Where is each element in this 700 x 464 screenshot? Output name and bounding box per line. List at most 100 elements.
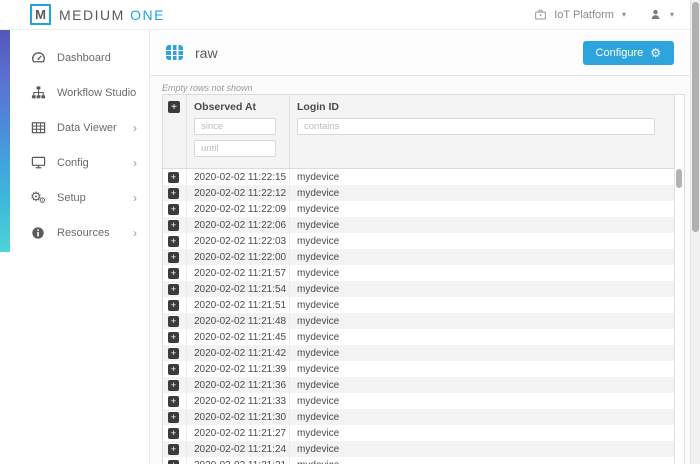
configure-button-label: Configure (595, 46, 644, 59)
row-expand-button[interactable]: + (168, 267, 179, 279)
brand-name-primary: MEDIUM (59, 6, 125, 23)
table-row: + 2020-02-02 11:21:39 mydevice (163, 361, 684, 377)
page-scrollbar-thumb[interactable] (692, 2, 699, 232)
row-expand-button[interactable]: + (168, 379, 179, 391)
row-expand-cell: + (163, 313, 186, 329)
table-row: + 2020-02-02 11:21:24 mydevice (163, 441, 684, 457)
table-icon (166, 45, 183, 60)
table-scrollbar-thumb[interactable] (676, 169, 682, 188)
sidebar-item-resources[interactable]: Resources › (0, 215, 149, 250)
table-scrollbar[interactable] (674, 95, 684, 464)
row-observed-at: 2020-02-02 11:21:30 (186, 409, 289, 425)
row-expand-button[interactable]: + (168, 315, 179, 327)
column-observed-at: Observed At (186, 95, 289, 168)
empty-rows-note: Empty rows not shown (162, 83, 253, 93)
sidebar-item-config[interactable]: Config › (0, 145, 149, 180)
row-expand-button[interactable]: + (168, 283, 179, 295)
row-expand-button[interactable]: + (168, 251, 179, 263)
briefcase-icon (532, 7, 548, 23)
row-expand-button[interactable]: + (168, 299, 179, 311)
gears-icon: ⚙ ⚙ (30, 190, 46, 205)
row-expand-button[interactable]: + (168, 171, 179, 183)
row-expand-cell: + (163, 185, 186, 201)
row-expand-button[interactable]: + (168, 363, 179, 375)
configure-button[interactable]: Configure ⚙ (582, 40, 674, 65)
table-row: + 2020-02-02 11:21:45 mydevice (163, 329, 684, 345)
row-expand-button[interactable]: + (168, 411, 179, 423)
row-expand-cell: + (163, 425, 186, 441)
row-expand-button[interactable]: + (168, 331, 179, 343)
row-observed-at: 2020-02-02 11:21:54 (186, 281, 289, 297)
topbar: M MEDIUM ONE IoT Platform ▾ ▾ (0, 0, 690, 30)
table-row: + 2020-02-02 11:21:27 mydevice (163, 425, 684, 441)
table-row: + 2020-02-02 11:21:33 mydevice (163, 393, 684, 409)
chevron-down-icon[interactable]: ▾ (622, 10, 626, 19)
row-login-id: mydevice (289, 377, 674, 393)
row-expand-cell: + (163, 217, 186, 233)
topbar-right: IoT Platform ▾ ▾ (532, 7, 676, 23)
row-expand-button[interactable]: + (168, 395, 179, 407)
column-login-id: Login ID (289, 95, 674, 168)
row-expand-button[interactable]: + (168, 459, 179, 464)
expand-all-cell: + (163, 95, 186, 168)
row-expand-button[interactable]: + (168, 203, 179, 215)
chevron-right-icon: › (133, 225, 137, 240)
row-expand-cell: + (163, 345, 186, 361)
row-expand-button[interactable]: + (168, 443, 179, 455)
table-body: + 2020-02-02 11:22:15 mydevice + 2020-02… (163, 169, 684, 464)
row-expand-cell: + (163, 377, 186, 393)
row-expand-button[interactable]: + (168, 347, 179, 359)
brand-mark-icon: M (30, 4, 51, 25)
table-header-bar: raw Configure ⚙ (150, 30, 690, 76)
filter-contains-input[interactable] (297, 118, 655, 135)
row-login-id: mydevice (289, 345, 674, 361)
page-title: raw (195, 44, 218, 61)
sidebar-item-workflow-studio[interactable]: Workflow Studio (0, 75, 149, 110)
sidebar-item-setup[interactable]: ⚙ ⚙ Setup › (0, 180, 149, 215)
gear-icon: ⚙ (650, 45, 661, 60)
sidebar-item-label: Resources (57, 226, 110, 239)
row-login-id: mydevice (289, 361, 674, 377)
row-login-id: mydevice (289, 185, 674, 201)
row-observed-at: 2020-02-02 11:21:48 (186, 313, 289, 329)
row-expand-cell: + (163, 393, 186, 409)
table-row: + 2020-02-02 11:22:09 mydevice (163, 201, 684, 217)
table-head: + Observed At Login ID (163, 95, 684, 169)
monitor-icon (30, 155, 46, 171)
column-header-label: Observed At (194, 101, 257, 113)
row-login-id: mydevice (289, 329, 674, 345)
row-expand-cell: + (163, 409, 186, 425)
app-window: M MEDIUM ONE IoT Platform ▾ ▾ Dashboard … (0, 0, 700, 464)
row-expand-button[interactable]: + (168, 427, 179, 439)
table-row: + 2020-02-02 11:21:48 mydevice (163, 313, 684, 329)
row-observed-at: 2020-02-02 11:22:12 (186, 185, 289, 201)
row-observed-at: 2020-02-02 11:21:57 (186, 265, 289, 281)
main-content: raw Configure ⚙ Empty rows not shown + O… (150, 30, 690, 464)
platform-menu-label[interactable]: IoT Platform (554, 9, 614, 21)
row-login-id: mydevice (289, 393, 674, 409)
row-expand-button[interactable]: + (168, 235, 179, 247)
data-table-icon (30, 120, 46, 136)
sidebar-item-dashboard[interactable]: Dashboard (0, 40, 149, 75)
row-expand-cell: + (163, 361, 186, 377)
chevron-right-icon: › (133, 190, 137, 205)
filter-since-input[interactable] (194, 118, 276, 135)
table-row: + 2020-02-02 11:21:21 mydevice (163, 457, 684, 464)
row-observed-at: 2020-02-02 11:22:06 (186, 217, 289, 233)
table-row: + 2020-02-02 11:22:03 mydevice (163, 233, 684, 249)
row-expand-cell: + (163, 441, 186, 457)
brand-logo[interactable]: M MEDIUM ONE (30, 4, 165, 25)
expand-all-button[interactable]: + (168, 101, 180, 113)
table-row: + 2020-02-02 11:21:57 mydevice (163, 265, 684, 281)
user-menu[interactable]: ▾ (648, 7, 676, 23)
table-row: + 2020-02-02 11:22:12 mydevice (163, 185, 684, 201)
table-row: + 2020-02-02 11:22:00 mydevice (163, 249, 684, 265)
sidebar-item-data-viewer[interactable]: Data Viewer › (0, 110, 149, 145)
table-row: + 2020-02-02 11:21:36 mydevice (163, 377, 684, 393)
filter-until-input[interactable] (194, 140, 276, 157)
row-expand-button[interactable]: + (168, 187, 179, 199)
row-login-id: mydevice (289, 169, 674, 185)
dashboard-icon (30, 50, 46, 66)
row-expand-button[interactable]: + (168, 219, 179, 231)
page-scrollbar[interactable] (690, 0, 700, 464)
